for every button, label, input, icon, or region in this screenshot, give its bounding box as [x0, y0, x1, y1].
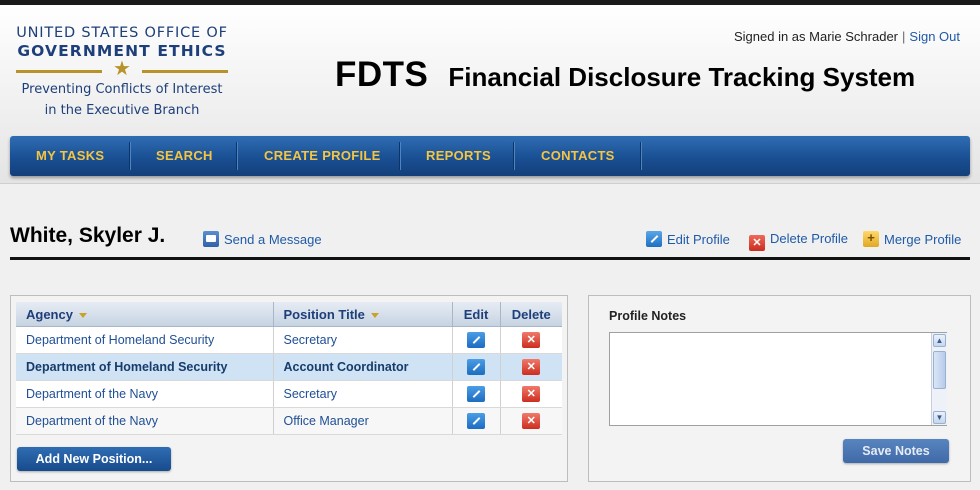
title-cell: Account Coordinator: [273, 353, 453, 381]
user-status: Signed in as Marie Schrader | Sign Out: [734, 29, 960, 44]
nav-reports[interactable]: REPORTS: [426, 136, 491, 176]
agency-cell: Department of the Navy: [16, 407, 274, 435]
send-message-label: Send a Message: [224, 232, 322, 247]
delete-profile-link[interactable]: ✕ Delete Profile: [749, 231, 848, 251]
notes-scrollbar[interactable]: ▲ ▼: [931, 333, 947, 425]
sign-out-link[interactable]: Sign Out: [909, 29, 960, 44]
nav-divider: [236, 142, 237, 170]
separator: |: [902, 29, 906, 44]
sort-down-icon: [370, 312, 379, 318]
profile-notes-panel: Profile Notes ▲ ▼ Save Notes: [588, 295, 971, 482]
col-agency-label: Agency: [26, 306, 73, 322]
positions-table: Agency Position Title Edit Delete Depart…: [16, 302, 562, 435]
nav-divider: [399, 142, 400, 170]
pencil-icon: [646, 231, 662, 247]
nav-create-profile[interactable]: CREATE PROFILE: [264, 136, 381, 176]
table-row[interactable]: Department of the Navy Secretary ✕: [16, 380, 562, 408]
signed-in-text: Signed in as Marie Schrader: [733, 29, 899, 44]
merge-icon: [863, 230, 879, 247]
nav-divider: [513, 142, 514, 170]
col-position-title[interactable]: Position Title: [273, 302, 453, 327]
table-row[interactable]: Department of Homeland Security Secretar…: [16, 326, 562, 354]
col-title-label: Position Title: [283, 306, 365, 322]
profile-rule: [10, 257, 970, 260]
title-cell: Secretary: [273, 326, 453, 354]
logo-line-1: UNITED STATES OFFICE OF: [16, 25, 228, 41]
col-edit: Edit: [452, 302, 501, 327]
profile-notes-field[interactable]: [609, 332, 947, 426]
agency-cell: Department of the Navy: [16, 380, 274, 408]
edit-row-button[interactable]: [467, 413, 485, 429]
add-new-position-button[interactable]: Add New Position...: [17, 447, 171, 471]
col-agency[interactable]: Agency: [16, 302, 274, 327]
edit-profile-label: Edit Profile: [667, 232, 730, 247]
table-row[interactable]: Department of the Navy Office Manager ✕: [16, 407, 562, 435]
logo-tagline-2: in the Executive Branch: [44, 103, 200, 118]
save-notes-button[interactable]: Save Notes: [843, 439, 949, 463]
send-message-link[interactable]: Send a Message: [203, 231, 322, 247]
table-row-selected[interactable]: Department of Homeland Security Account …: [16, 353, 562, 381]
profile-name: White, Skyler J.: [10, 224, 166, 247]
edit-row-button[interactable]: [467, 332, 485, 348]
delete-row-button[interactable]: ✕: [522, 413, 541, 429]
col-delete: Delete: [500, 302, 562, 327]
agency-cell: Department of Homeland Security: [16, 353, 274, 381]
sort-down-icon: [78, 312, 87, 318]
delete-row-button[interactable]: ✕: [522, 359, 541, 375]
delete-icon: ✕: [749, 235, 765, 251]
scroll-up-icon[interactable]: ▲: [933, 334, 946, 347]
app-full-title: Financial Disclosure Tracking System: [448, 62, 916, 92]
nav-search[interactable]: SEARCH: [156, 136, 213, 176]
nav-my-tasks[interactable]: MY TASKS: [36, 136, 104, 176]
logo-rule: ★: [14, 59, 230, 79]
main-nav: MY TASKS SEARCH CREATE PROFILE REPORTS C…: [10, 136, 970, 176]
nav-divider: [129, 142, 130, 170]
nav-contacts[interactable]: CONTACTS: [541, 136, 615, 176]
envelope-icon: [203, 231, 219, 247]
title-cell: Secretary: [273, 380, 453, 408]
app-abbr: FDTS: [335, 55, 429, 94]
edit-row-button[interactable]: [467, 386, 485, 402]
logo-tagline-1: Preventing Conflicts of Interest: [21, 82, 223, 97]
delete-row-button[interactable]: ✕: [522, 332, 541, 348]
star-icon: ★: [113, 58, 131, 80]
agency-cell: Department of Homeland Security: [16, 326, 274, 354]
nav-divider: [640, 142, 641, 170]
profile-notes-title: Profile Notes: [609, 309, 687, 323]
scroll-down-icon[interactable]: ▼: [933, 411, 946, 424]
title-cell: Office Manager: [273, 407, 453, 435]
delete-row-button[interactable]: ✕: [522, 386, 541, 402]
app-title: FDTS Financial Disclosure Tracking System: [335, 55, 915, 95]
merge-profile-label: Merge Profile: [884, 232, 962, 247]
merge-profile-link[interactable]: Merge Profile: [863, 230, 962, 247]
scroll-thumb[interactable]: [933, 351, 946, 389]
edit-profile-link[interactable]: Edit Profile: [646, 231, 730, 247]
delete-profile-label: Delete Profile: [770, 231, 849, 246]
oge-logo[interactable]: UNITED STATES OFFICE OF GOVERNMENT ETHIC…: [14, 25, 230, 121]
positions-panel: Agency Position Title Edit Delete Depart…: [10, 295, 568, 482]
edit-row-button[interactable]: [467, 359, 485, 375]
header-divider: [0, 183, 980, 184]
